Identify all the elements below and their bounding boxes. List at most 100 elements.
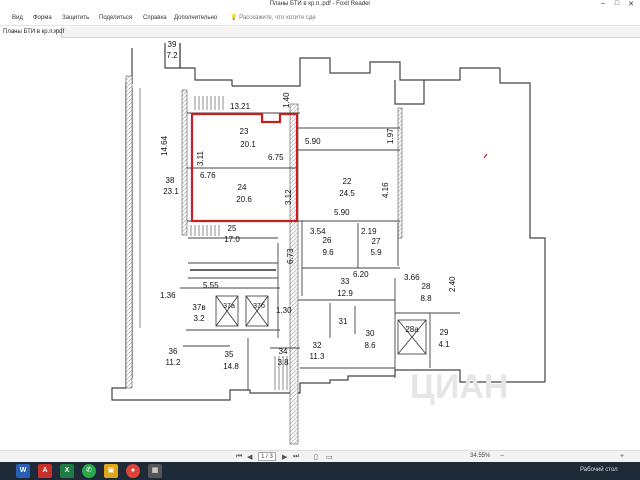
room-num: 37в [192, 303, 205, 312]
chrome-icon[interactable]: ● [126, 464, 140, 478]
room-area: 5.9 [370, 248, 382, 257]
dimension-labels: 13.21 1.40 14.64 3.11 6.75 6.76 3.12 5.9… [160, 92, 457, 315]
room-area: 4.1 [438, 340, 450, 349]
room-num: 27 [372, 237, 381, 246]
last-page-icon[interactable]: ⏭ [293, 453, 299, 461]
next-page-icon[interactable]: ▶ [282, 453, 287, 461]
tab-close-icon[interactable]: ✕ [53, 28, 58, 35]
dim-label: 2.40 [448, 276, 457, 292]
room-area: 11.3 [310, 352, 326, 361]
dim-label: 6.75 [268, 153, 284, 162]
room-num: 39 [168, 40, 177, 49]
document-tab[interactable]: Планы БТИ в кр.п..pdf ✕ [0, 27, 64, 38]
menu-more[interactable]: Дополнительно [174, 15, 217, 21]
room-num: 29 [440, 328, 449, 337]
lightbulb-icon: 💡 [230, 15, 238, 21]
dim-label: 1.30 [276, 306, 292, 315]
room-num: 37б [253, 302, 265, 310]
room-area: 11.2 [166, 358, 182, 367]
menu-help[interactable]: Справка [143, 15, 167, 21]
excel-icon[interactable]: X [60, 464, 74, 478]
room-area: 20.1 [240, 140, 256, 149]
room-num: 24 [238, 183, 247, 192]
close-icon[interactable]: ✕ [624, 0, 638, 10]
document-tab-bar: Планы БТИ в кр.п..pdf ✕ [0, 27, 640, 38]
room-num: 25 [228, 224, 237, 233]
room-area: 12.9 [337, 289, 353, 298]
acrobat-icon[interactable]: A [38, 464, 52, 478]
room-num: 31 [339, 317, 348, 326]
room-num: 32 [313, 341, 322, 350]
dim-label: 6.73 [286, 248, 295, 264]
status-bar: ⏮ ◀ 1 / 3 ▶ ⏭ ▯ ▭ 34.55% − + [0, 450, 640, 462]
dim-label: 3.11 [196, 150, 205, 166]
room-area: 20.6 [236, 195, 252, 204]
dim-label: 5.90 [305, 137, 321, 146]
room-area: 7.2 [166, 51, 178, 60]
page-number-input[interactable]: 1 / 3 [258, 452, 276, 461]
maximize-icon[interactable]: □ [610, 0, 624, 10]
word-icon[interactable]: W [16, 464, 30, 478]
menu-view[interactable]: Вид [12, 15, 23, 21]
dim-label: 6.76 [200, 171, 216, 180]
room-labels: 39 7.2 23 20.1 24 20.6 22 24.5 38 23.1 2… [163, 40, 450, 371]
minimize-icon[interactable]: – [596, 0, 610, 10]
dim-label: 5.90 [334, 208, 350, 217]
continuous-page-icon[interactable]: ▭ [326, 453, 333, 461]
taskbar: W A X ✆ ▣ ● ▦ Рабочий стол [0, 462, 640, 480]
dim-label: 4.16 [381, 182, 390, 198]
room-num: 28а [405, 325, 419, 334]
room-num: 38 [166, 176, 175, 185]
document-view[interactable]: 39 7.2 23 20.1 24 20.6 22 24.5 38 23.1 2… [0, 38, 640, 450]
room-num: 23 [240, 127, 249, 136]
single-page-icon[interactable]: ▯ [314, 453, 318, 461]
room-num: 34 [279, 347, 288, 356]
dim-label: 5.55 [203, 281, 219, 290]
zoom-level[interactable]: 34.55% [470, 453, 490, 459]
app-icon[interactable]: ▦ [148, 464, 162, 478]
dim-label: 6.20 [353, 270, 369, 279]
room-num: 26 [323, 236, 332, 245]
room-num: 33 [341, 277, 350, 286]
room-area: 8.8 [420, 294, 432, 303]
room-area: 9.6 [322, 248, 334, 257]
dim-label: 1.36 [160, 291, 176, 300]
room-num: 22 [343, 177, 352, 186]
room-num: 35 [225, 350, 234, 359]
dim-label: 2.19 [361, 227, 377, 236]
whatsapp-icon[interactable]: ✆ [82, 464, 96, 478]
desktop-label[interactable]: Рабочий стол [580, 467, 618, 473]
room-area: 24.5 [339, 189, 355, 198]
menu-share[interactable]: Поделиться [99, 15, 132, 21]
dim-label: 1.97 [386, 128, 395, 144]
prev-page-icon[interactable]: ◀ [247, 453, 252, 461]
dim-label: 14.64 [160, 135, 169, 156]
tell-me-text: Расскажите, что хотите сде [239, 15, 316, 21]
room-num: 30 [366, 329, 375, 338]
tell-me-search[interactable]: 💡 Расскажите, что хотите сде [230, 14, 316, 21]
room-num: 37а [223, 303, 235, 310]
menu-form[interactable]: Форма [33, 15, 52, 21]
watermark: ЦИАН [410, 368, 508, 406]
room-area: 17.0 [224, 235, 240, 244]
zoom-out-icon[interactable]: − [500, 453, 504, 460]
room-area: 14.8 [223, 362, 239, 371]
room-area: 3.8 [277, 358, 289, 367]
dim-label: 3.12 [284, 189, 293, 205]
room-num: 28 [422, 282, 431, 291]
first-page-icon[interactable]: ⏮ [236, 453, 242, 461]
room-area: 3.2 [193, 314, 205, 323]
menu-bar: Вид Форма Защитить Поделиться Справка До… [0, 10, 640, 26]
menu-protect[interactable]: Защитить [62, 15, 89, 21]
dim-label: 3.54 [310, 227, 326, 236]
files-icon[interactable]: ▣ [104, 464, 118, 478]
room-area: 23.1 [163, 187, 179, 196]
dim-label: 3.66 [404, 273, 420, 282]
zoom-in-icon[interactable]: + [620, 453, 624, 460]
dim-label: 1.40 [282, 92, 291, 108]
dim-label: 13.21 [230, 102, 251, 111]
window-titlebar: Планы БТИ в кр.п..pdf - Foxit Reader – □… [0, 0, 640, 10]
room-area: 8.6 [364, 341, 376, 350]
room-num: 36 [169, 347, 178, 356]
floor-plan: 39 7.2 23 20.1 24 20.6 22 24.5 38 23.1 2… [111, 40, 546, 445]
